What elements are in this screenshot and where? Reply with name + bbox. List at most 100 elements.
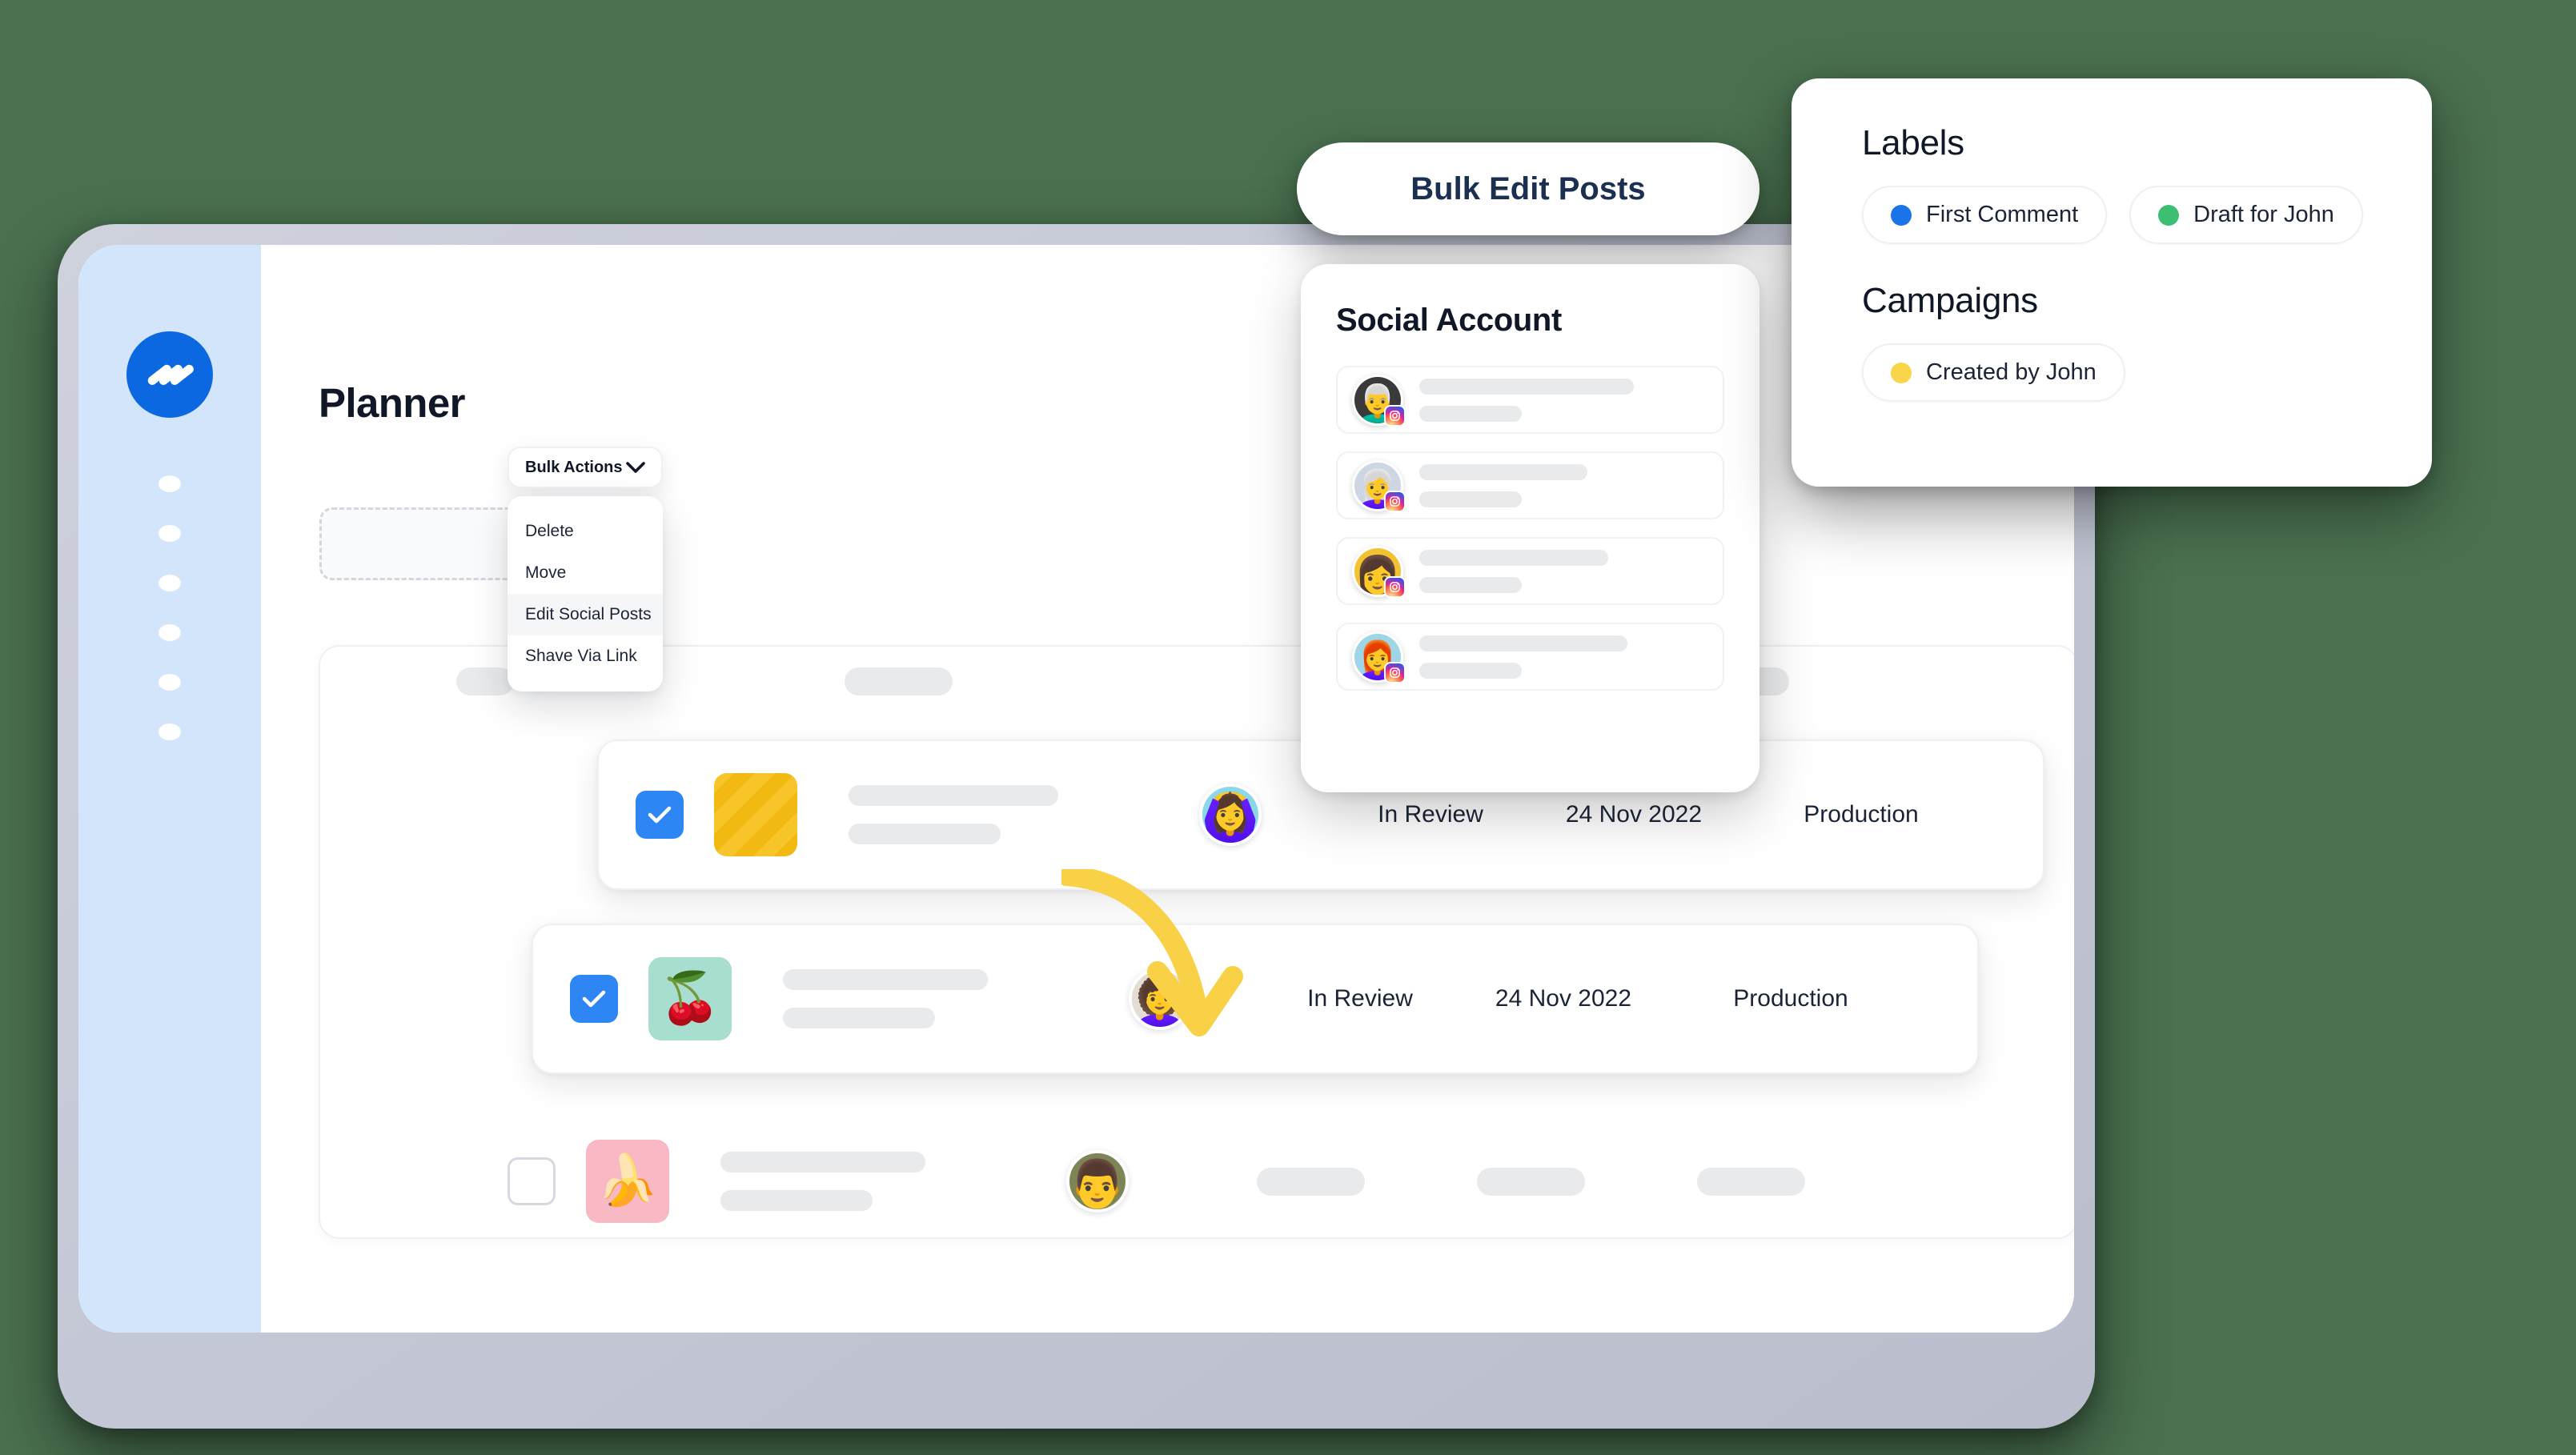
account-name-bar xyxy=(1419,635,1627,651)
social-account-row[interactable]: 👩 xyxy=(1336,537,1724,605)
check-icon xyxy=(648,806,672,824)
stage: Planner xyxy=(0,0,2576,1455)
avatar-glyph: 🙆‍♀️ xyxy=(1201,792,1260,844)
avatar: 👩 xyxy=(1352,545,1406,598)
menu-item-edit-social-posts[interactable]: Edit Social Posts xyxy=(508,594,663,635)
account-handle-bar xyxy=(1419,405,1522,422)
post-thumbnail-glyph: 🍌 xyxy=(596,1153,659,1208)
row-checkbox[interactable] xyxy=(508,1157,556,1205)
account-handle-bar xyxy=(1419,662,1522,679)
sidebar-nav-dot-3[interactable] xyxy=(158,575,181,591)
table-row[interactable]: 🍌 👨 xyxy=(471,1108,1915,1255)
sidebar-nav-dot-1[interactable] xyxy=(158,475,181,492)
label-chip-text: First Comment xyxy=(1926,202,2079,227)
account-name-bar xyxy=(1419,463,1587,480)
campaign-color-dot xyxy=(1891,362,1912,383)
post-thumbnail-glyph xyxy=(714,773,797,856)
sidebar-nav-list xyxy=(158,475,181,740)
post-subtitle-bar xyxy=(849,824,1001,844)
labels-campaigns-panel: Labels First Comment Draft for John Camp… xyxy=(1792,78,2432,487)
post-thumbnail xyxy=(714,773,797,856)
instagram-icon xyxy=(1384,490,1406,512)
label-color-dot xyxy=(2158,204,2180,226)
bulk-edit-posts-title-text: Bulk Edit Posts xyxy=(1410,170,1646,206)
bulk-actions-menu: Delete Move Edit Social Posts Shave Via … xyxy=(508,496,663,691)
app-screen: Planner xyxy=(78,245,2074,1333)
account-name-bar xyxy=(1419,549,1608,566)
social-account-row[interactable]: 👩‍🦳 xyxy=(1336,451,1724,519)
row-status: In Review xyxy=(1307,985,1413,1012)
table-header-chip-2 xyxy=(845,667,953,695)
post-subtitle-bar xyxy=(783,1008,935,1028)
sidebar-nav-dot-2[interactable] xyxy=(158,525,181,542)
sidebar xyxy=(78,245,261,1333)
page-title: Planner xyxy=(319,380,465,426)
social-account-heading: Social Account xyxy=(1336,303,1562,338)
labels-heading: Labels xyxy=(1862,123,1964,162)
avatar: 👩‍🦱 xyxy=(1129,968,1191,1030)
avatar-glyph: 👨 xyxy=(1068,1158,1127,1211)
social-account-panel: Social Account 👨‍🦳 👩‍🦳 xyxy=(1301,264,1759,792)
row-date: 24 Nov 2022 xyxy=(1565,801,1703,828)
sidebar-nav-dot-6[interactable] xyxy=(158,723,181,740)
bulk-edit-posts-title-pill: Bulk Edit Posts xyxy=(1297,142,1759,235)
avatar-glyph: 👩‍🦱 xyxy=(1130,976,1190,1028)
avatar: 👩‍🦳 xyxy=(1352,459,1406,512)
table-row[interactable]: 🍒 👩‍🦱 In Review 24 Nov 2022 Production xyxy=(532,924,1979,1074)
account-handle-bar xyxy=(1419,576,1522,593)
row-group: Production xyxy=(1733,985,1848,1012)
filter-placeholder-box xyxy=(319,507,534,580)
instagram-icon xyxy=(1384,575,1406,598)
social-account-text-placeholder xyxy=(1419,378,1634,422)
avatar: 👨‍🦳 xyxy=(1352,374,1406,427)
bulk-actions-label: Bulk Actions xyxy=(525,458,623,476)
label-chip-draft-for-john[interactable]: Draft for John xyxy=(2129,186,2363,244)
post-thumbnail: 🍒 xyxy=(648,957,732,1040)
menu-item-shave-via-link[interactable]: Shave Via Link xyxy=(508,635,663,677)
row-checkbox[interactable] xyxy=(570,975,618,1023)
avatar: 👩‍🦰 xyxy=(1352,631,1406,683)
menu-item-delete[interactable]: Delete xyxy=(508,511,663,552)
post-thumbnail: 🍌 xyxy=(586,1140,669,1223)
instagram-icon xyxy=(1384,404,1406,427)
tablet-screen-bezel: Planner xyxy=(78,245,2074,1333)
campaign-chip-text: Created by John xyxy=(1926,359,2097,385)
social-account-row[interactable]: 👩‍🦰 xyxy=(1336,623,1724,691)
post-text-placeholder xyxy=(720,1152,925,1211)
row-checkbox[interactable] xyxy=(636,791,684,839)
account-handle-bar xyxy=(1419,491,1522,507)
label-chip-text: Draft for John xyxy=(2193,202,2334,227)
sidebar-nav-dot-5[interactable] xyxy=(158,674,181,691)
post-text-placeholder xyxy=(783,969,988,1028)
row-date: 24 Nov 2022 xyxy=(1495,985,1632,1012)
instagram-icon xyxy=(1384,661,1406,683)
social-account-text-placeholder xyxy=(1419,549,1608,593)
post-subtitle-bar xyxy=(720,1190,873,1211)
social-account-row[interactable]: 👨‍🦳 xyxy=(1336,366,1724,434)
row-group: Production xyxy=(1804,801,1919,828)
chevron-down-icon xyxy=(626,461,645,473)
avatar: 🙆‍♀️ xyxy=(1199,784,1262,846)
row-status-placeholder xyxy=(1257,1167,1365,1196)
menu-item-move[interactable]: Move xyxy=(508,552,663,594)
bulk-actions-select[interactable]: Bulk Actions xyxy=(508,447,663,488)
campaigns-heading: Campaigns xyxy=(1862,281,2038,320)
wave-logo-icon[interactable] xyxy=(126,331,213,418)
sidebar-nav-dot-4[interactable] xyxy=(158,624,181,641)
row-status: In Review xyxy=(1378,801,1483,828)
row-date-placeholder xyxy=(1477,1167,1585,1196)
row-group-placeholder xyxy=(1697,1167,1805,1196)
post-thumbnail-glyph: 🍒 xyxy=(659,971,721,1026)
label-chip-first-comment[interactable]: First Comment xyxy=(1862,186,2108,244)
social-account-text-placeholder xyxy=(1419,635,1627,679)
campaign-chip-created-by-john[interactable]: Created by John xyxy=(1862,343,2125,402)
post-text-placeholder xyxy=(849,785,1058,844)
post-title-bar xyxy=(849,785,1058,806)
table-header-chip-1 xyxy=(456,667,514,695)
social-account-text-placeholder xyxy=(1419,463,1587,507)
post-title-bar xyxy=(783,969,988,990)
campaigns-chip-row: Created by John xyxy=(1862,343,2361,402)
avatar: 👨 xyxy=(1066,1150,1129,1212)
post-title-bar xyxy=(720,1152,925,1172)
tablet-device: Planner xyxy=(58,224,2095,1429)
